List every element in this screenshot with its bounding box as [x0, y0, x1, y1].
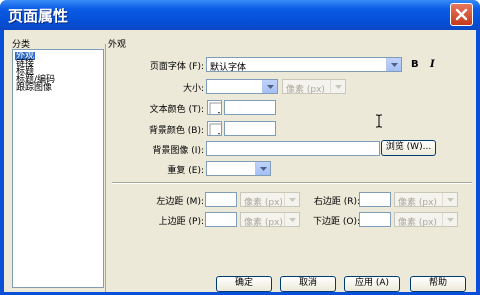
- bg-color-swatch[interactable]: [207, 121, 222, 136]
- bottom-margin-unit-dropdown-button[interactable]: [442, 213, 457, 226]
- bg-image-label: 背景图像 (I):: [152, 146, 204, 156]
- right-margin-label: 右边距 (R):: [313, 197, 360, 207]
- left-margin-input[interactable]: [205, 192, 237, 207]
- right-margin-input[interactable]: [359, 192, 391, 207]
- bottom-margin-label: 下边距 (O):: [313, 217, 360, 227]
- size-unit-value: 像素 (px): [286, 85, 325, 95]
- font-select[interactable]: 默认字体: [206, 57, 402, 73]
- category-item-tracing-image[interactable]: 跟踪图像: [15, 84, 53, 93]
- divider-horizontal-highlight: [112, 183, 472, 184]
- apply-button[interactable]: 应用 (A): [344, 276, 400, 292]
- left-margin-label: 左边距 (M):: [156, 197, 204, 207]
- color-picker-icon: [209, 102, 221, 114]
- left-margin-unit-dropdown-button[interactable]: [284, 193, 299, 206]
- left-margin-unit-value: 像素 (px): [244, 198, 283, 208]
- divider-vertical: [105, 44, 106, 292]
- chevron-down-icon: [267, 85, 274, 89]
- text-color-label: 文本颜色 (T):: [149, 105, 204, 115]
- dialog-window: 页面属性 分类 外观 链接 标题 标题/编码 跟踪图像 外观 页面字体 (F):…: [0, 0, 480, 295]
- size-label: 大小:: [182, 84, 204, 94]
- section-title: 外观: [108, 40, 127, 50]
- bottom-margin-unit-select[interactable]: 像素 (px): [394, 212, 458, 228]
- size-unit-dropdown-button[interactable]: [330, 80, 345, 93]
- bg-color-input[interactable]: [224, 121, 276, 136]
- top-margin-label: 上边距 (P):: [158, 217, 204, 227]
- top-margin-unit-dropdown-button[interactable]: [284, 213, 299, 226]
- size-dropdown-button[interactable]: [262, 80, 277, 93]
- bold-button[interactable]: B: [411, 59, 419, 70]
- font-value: 默认字体: [210, 63, 247, 73]
- italic-button[interactable]: I: [430, 59, 435, 70]
- browse-button[interactable]: 浏览 (W)...: [381, 140, 436, 156]
- bottom-margin-input[interactable]: [359, 212, 391, 227]
- color-picker-icon: [209, 123, 221, 135]
- chevron-down-icon: [447, 218, 454, 222]
- chevron-down-icon: [447, 198, 454, 202]
- help-button[interactable]: 帮助: [410, 276, 466, 292]
- top-margin-unit-value: 像素 (px): [244, 218, 283, 228]
- chevron-down-icon: [391, 63, 398, 67]
- chevron-down-icon: [289, 198, 296, 202]
- text-color-swatch[interactable]: [207, 100, 222, 115]
- size-unit-select[interactable]: 像素 (px): [282, 79, 346, 95]
- text-cursor-icon: [376, 114, 382, 128]
- text-color-input[interactable]: [224, 100, 276, 115]
- font-dropdown-button[interactable]: [386, 58, 401, 71]
- chevron-down-icon: [335, 85, 342, 89]
- right-margin-unit-dropdown-button[interactable]: [442, 193, 457, 206]
- left-margin-unit-select[interactable]: 像素 (px): [240, 192, 300, 208]
- right-margin-unit-select[interactable]: 像素 (px): [394, 192, 458, 208]
- chevron-down-icon: [289, 218, 296, 222]
- chevron-down-icon: [260, 167, 267, 171]
- title-bar[interactable]: 页面属性: [0, 0, 480, 30]
- ok-button[interactable]: 确定: [216, 276, 272, 292]
- dialog-body: 分类 外观 链接 标题 标题/编码 跟踪图像 外观 页面字体 (F): 默认字体…: [4, 30, 476, 292]
- dialog-title: 页面属性: [8, 7, 69, 25]
- top-margin-unit-select[interactable]: 像素 (px): [240, 212, 300, 228]
- right-margin-unit-value: 像素 (px): [398, 198, 437, 208]
- font-label: 页面字体 (F):: [149, 62, 204, 72]
- repeat-dropdown-button[interactable]: [255, 162, 270, 175]
- category-list[interactable]: 外观 链接 标题 标题/编码 跟踪图像: [12, 49, 104, 288]
- cancel-button[interactable]: 取消: [280, 276, 336, 292]
- bottom-margin-unit-value: 像素 (px): [398, 218, 437, 228]
- bg-image-input[interactable]: [206, 141, 380, 156]
- close-button[interactable]: [450, 3, 473, 26]
- size-select[interactable]: [206, 79, 278, 94]
- bg-color-label: 背景颜色 (B):: [148, 126, 204, 136]
- repeat-label: 重复 (E):: [167, 166, 204, 176]
- repeat-select[interactable]: [206, 161, 271, 176]
- close-icon: [455, 8, 468, 21]
- top-margin-input[interactable]: [205, 212, 237, 227]
